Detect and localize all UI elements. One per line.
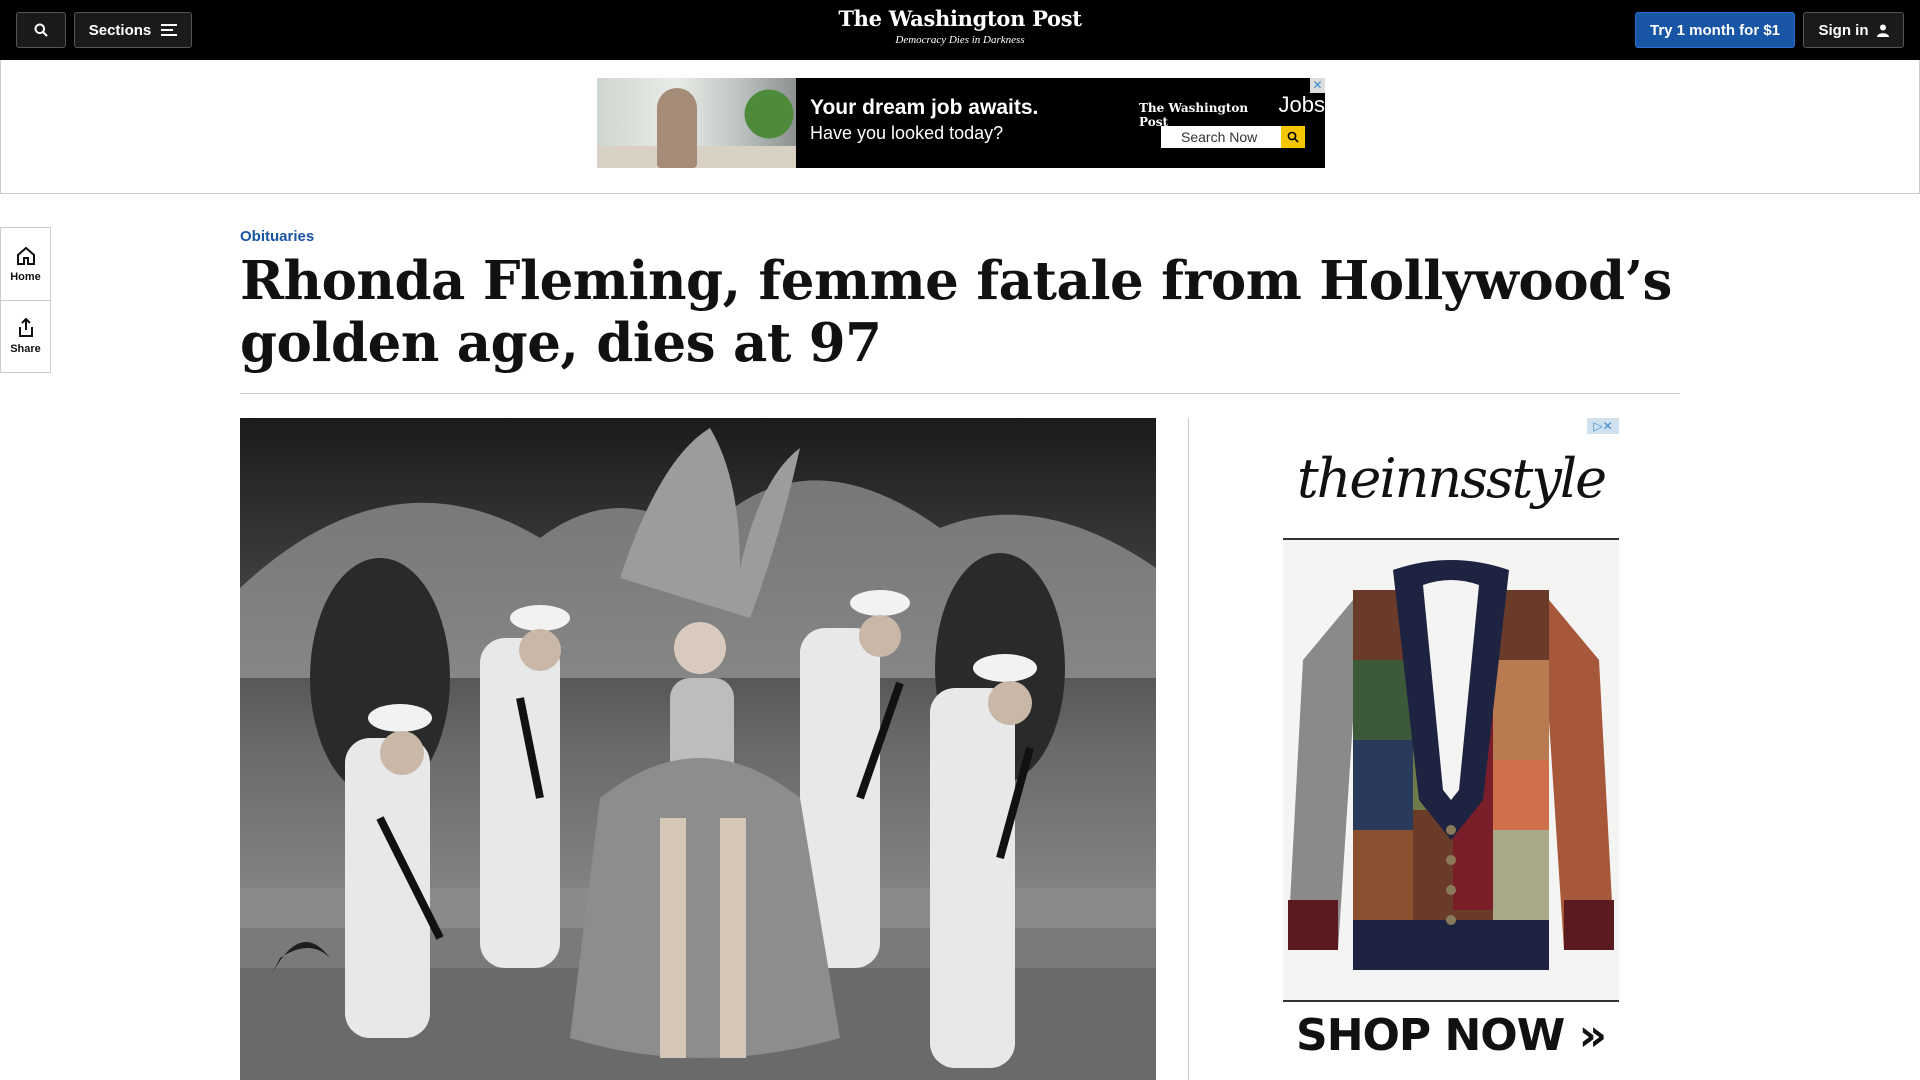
site-tagline: Democracy Dies in Darkness: [895, 34, 1025, 46]
section-kicker-link[interactable]: Obituaries: [240, 228, 314, 245]
hero-photo-illustration: [240, 428, 1156, 1080]
column-divider: [1188, 418, 1189, 1080]
ad-subline: Have you looked today?: [810, 123, 1004, 143]
ad-brand-wp: The Washington Post: [1139, 101, 1249, 129]
user-icon: [1876, 24, 1889, 37]
banner-ad-row: Your dream job awaits. Have you looked t…: [0, 60, 1920, 194]
hero-photo: [240, 418, 1156, 1080]
ad-search-button[interactable]: Search Now: [1161, 126, 1305, 148]
sign-in-label: Sign in: [1818, 21, 1869, 39]
jobs-banner-ad[interactable]: Your dream job awaits. Have you looked t…: [597, 78, 1325, 168]
ad-search-label: Search Now: [1181, 129, 1258, 145]
sidebar-advertisement[interactable]: theinnsstyle ▷✕ SHOP NOW »: [1283, 418, 1619, 1080]
headline-divider: [240, 393, 1680, 394]
masthead[interactable]: The Washington Post Democracy Dies in Da…: [0, 6, 1920, 46]
ad-brand: The Washington Post Jobs: [1139, 92, 1325, 129]
sign-in-button[interactable]: Sign in: [1803, 12, 1904, 48]
ad-close-icon[interactable]: ✕: [1310, 78, 1325, 93]
top-navigation-bar: Sections The Washington Post Democracy D…: [0, 0, 1920, 60]
cardigan-illustration: [1288, 560, 1614, 970]
share-button[interactable]: Share: [1, 300, 50, 372]
home-label: Home: [10, 270, 41, 283]
home-button[interactable]: Home: [1, 228, 50, 300]
ad-brand-jobs: Jobs: [1278, 92, 1325, 117]
ad-photo: [597, 78, 796, 168]
subscribe-button[interactable]: Try 1 month for $1: [1635, 12, 1795, 48]
ad-headline: Your dream job awaits.: [810, 96, 1039, 119]
site-logo[interactable]: The Washington Post: [0, 6, 1920, 31]
share-icon: [18, 318, 33, 337]
shop-now-button[interactable]: SHOP NOW »: [1283, 1010, 1619, 1061]
ad-choices-icon[interactable]: ▷✕: [1587, 418, 1619, 434]
home-icon: [16, 246, 35, 265]
ad-product-image: [1283, 540, 1619, 1000]
article-headline: Rhonda Fleming, femme fatale from Hollyw…: [240, 250, 1672, 374]
ad-brand-logo: theinnsstyle: [1296, 446, 1607, 510]
ad-rule-bottom: [1283, 1000, 1619, 1002]
share-label: Share: [10, 343, 41, 355]
left-rail: Home Share: [0, 227, 51, 373]
ad-search-icon: [1281, 126, 1305, 148]
